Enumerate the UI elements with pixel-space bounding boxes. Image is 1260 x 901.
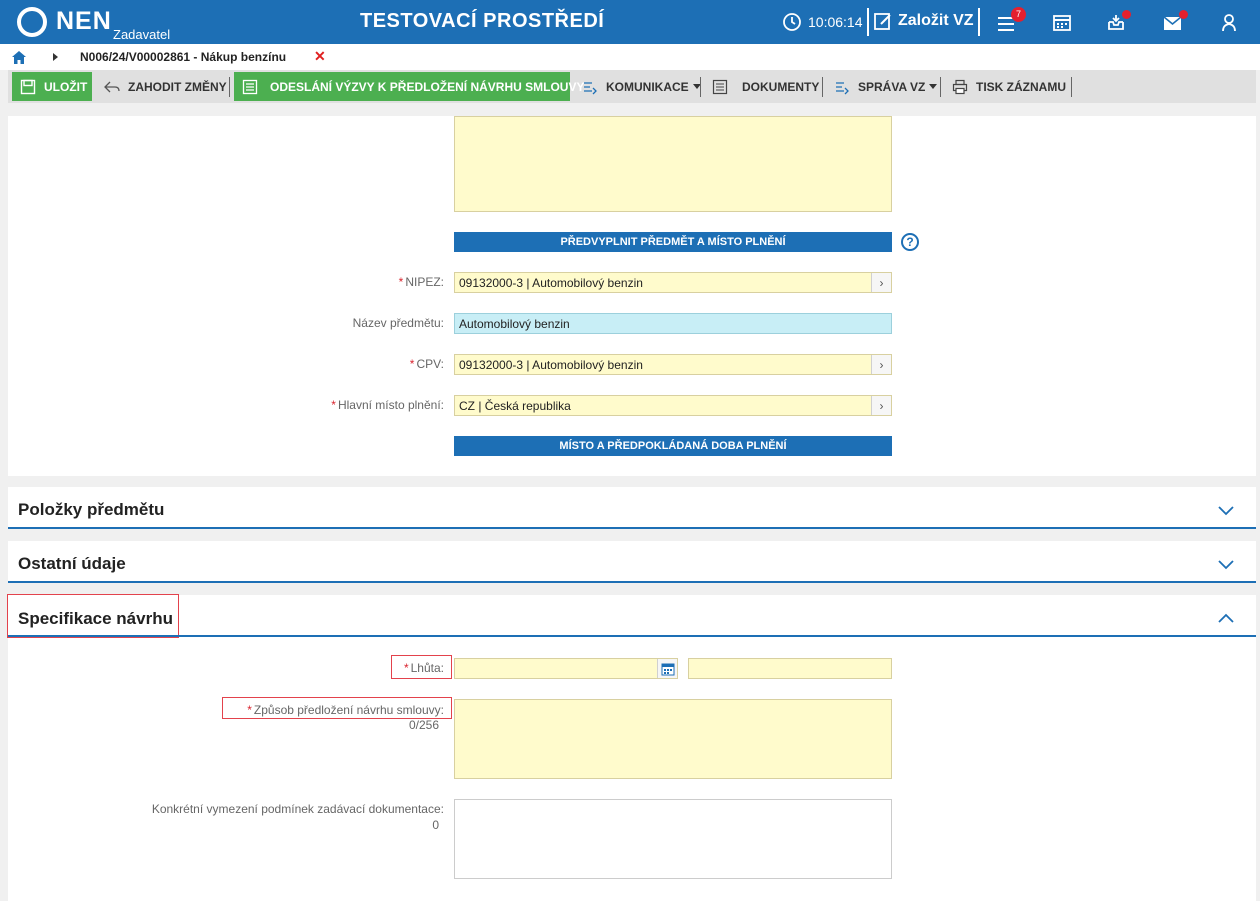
nipez-label: * NIPEZ: [398, 275, 444, 289]
spec-section-header[interactable]: Specifikace návrhu [8, 595, 1256, 635]
documents-button[interactable]: DOKUMENTY [712, 72, 819, 101]
manage-icon [836, 81, 849, 94]
discard-changes-button[interactable]: ZAHODIT ZMĚNY [102, 72, 227, 101]
communication-menu-button[interactable]: KOMUNIKACE [582, 72, 701, 101]
breadcrumb-close-icon[interactable]: ✕ [314, 48, 326, 65]
calendar-icon [1053, 15, 1071, 31]
subject-name-field: Automobilový benzin [454, 313, 892, 334]
nen-logo-icon [17, 7, 47, 37]
calendar-button[interactable] [1048, 6, 1076, 38]
send-invitation-button[interactable]: ODESLÁNÍ VÝZVY K PŘEDLOŽENÍ NÁVRHU SMLOU… [234, 72, 584, 101]
submission-method-textarea[interactable] [454, 699, 892, 779]
divider [978, 8, 980, 36]
toolbar-divider [1071, 77, 1072, 97]
cpv-field[interactable]: 09132000-3 | Automobilový benzin › [454, 354, 892, 375]
communication-icon [584, 81, 597, 94]
dropdown-caret-icon [929, 84, 938, 89]
items-section-title: Položky předmětu [18, 500, 165, 519]
main-place-field[interactable]: CZ | Česká republika › [454, 395, 892, 416]
toolbar-divider [700, 77, 701, 97]
documents-icon [712, 79, 728, 94]
cpv-label: * CPV: [409, 357, 444, 371]
breadcrumb: N006/24/V00002861 - Nákup benzínu ✕ [0, 44, 1260, 70]
save-icon [20, 79, 36, 94]
breadcrumb-arrow-icon [53, 53, 58, 61]
logo-text: NEN [56, 7, 112, 35]
inbox-alert-dot [1122, 10, 1131, 19]
other-section-header[interactable]: Ostatní údaje [8, 541, 1256, 581]
edit-icon [874, 13, 891, 30]
subject-description-textarea[interactable] [454, 116, 892, 212]
session-clock: 10:06:14 [808, 14, 863, 30]
nipez-field[interactable]: 09132000-3 | Automobilový benzin › [454, 272, 892, 293]
undo-icon [104, 81, 120, 92]
toolbar-divider [940, 77, 941, 97]
send-invitation-label: ODESLÁNÍ VÝZVY K PŘEDLOŽENÍ NÁVRHU SMLOU… [270, 79, 585, 94]
submission-method-counter: 0/256 [408, 718, 439, 732]
create-contract-button[interactable]: Založit VZ [870, 6, 976, 38]
discard-changes-label: ZAHODIT ZMĚNY [128, 79, 227, 94]
documents-label: DOKUMENTY [742, 79, 820, 94]
environment-title: TESTOVACÍ PROSTŘEDÍ [360, 10, 605, 32]
place-and-time-button[interactable]: MÍSTO A PŘEDPOKLÁDANÁ DOBA PLNĚNÍ [454, 436, 892, 456]
toolbar-divider [229, 77, 230, 97]
chevron-right-icon[interactable]: › [871, 273, 891, 292]
conditions-counter: 0 [432, 818, 439, 832]
items-section-header[interactable]: Položky předmětu [8, 487, 1256, 527]
calendar-picker-icon[interactable] [657, 659, 677, 678]
manage-contract-label: SPRÁVA VZ [858, 79, 926, 94]
chevron-down-icon[interactable] [1218, 506, 1234, 516]
section-divider [8, 635, 1256, 637]
highlight-box [222, 697, 452, 719]
logo-subtitle: Zadavatel [113, 27, 171, 42]
section-divider [8, 581, 1256, 583]
conditions-label: Konkrétní vymezení podmínek zadávací dok… [151, 802, 444, 816]
divider [867, 8, 869, 36]
highlight-box [7, 594, 179, 638]
print-record-label: TISK ZÁZNAMU [976, 79, 1066, 94]
section-divider [8, 527, 1256, 529]
cpv-value: 09132000-3 | Automobilový benzin [459, 357, 643, 372]
mail-alert-dot [1179, 10, 1188, 19]
save-label: ULOŽIT [44, 79, 88, 94]
help-icon[interactable]: ? [901, 233, 919, 251]
chevron-down-icon[interactable] [1218, 560, 1234, 570]
print-icon [952, 79, 968, 94]
chevron-right-icon[interactable]: › [871, 355, 891, 374]
prefill-subject-button[interactable]: PŘEDVYPLNIT PŘEDMĚT A MÍSTO PLNĚNÍ [454, 232, 892, 252]
inbox-button[interactable] [1104, 6, 1136, 38]
document-icon [242, 79, 258, 94]
save-button[interactable]: ULOŽIT [12, 72, 92, 101]
communication-label: KOMUNIKACE [606, 79, 689, 94]
subject-name-value: Automobilový benzin [459, 316, 570, 331]
print-record-button[interactable]: TISK ZÁZNAMU [952, 72, 1066, 101]
main-place-value: CZ | Česká republika [459, 398, 571, 413]
mail-button[interactable] [1160, 6, 1192, 38]
highlight-box [391, 655, 452, 679]
action-toolbar: ULOŽIT ZAHODIT ZMĚNY ODESLÁNÍ VÝZVY K PŘ… [8, 70, 1256, 103]
notification-badge: 7 [1011, 7, 1026, 22]
subject-name-label: Název předmětu: [352, 316, 444, 330]
manage-contract-menu-button[interactable]: SPRÁVA VZ [834, 72, 938, 101]
top-bar: NEN Zadavatel TESTOVACÍ PROSTŘEDÍ 10:06:… [0, 0, 1260, 44]
user-icon [1222, 14, 1236, 32]
chevron-right-icon[interactable]: › [871, 396, 891, 415]
deadline-date-input[interactable] [454, 658, 678, 679]
main-place-label: * Hlavní místo plnění: [331, 398, 444, 412]
home-icon[interactable] [12, 51, 26, 64]
clock-icon [783, 13, 801, 31]
create-contract-label: Založit VZ [898, 12, 974, 29]
toolbar-divider [822, 77, 823, 97]
chevron-up-icon[interactable] [1218, 613, 1234, 623]
user-button[interactable] [1216, 6, 1244, 38]
other-section-title: Ostatní údaje [18, 554, 126, 573]
deadline-time-input[interactable] [688, 658, 892, 679]
menu-button[interactable]: 7 [990, 6, 1030, 38]
breadcrumb-item[interactable]: N006/24/V00002861 - Nákup benzínu [80, 50, 286, 64]
nipez-value: 09132000-3 | Automobilový benzin [459, 275, 643, 290]
conditions-textarea[interactable] [454, 799, 892, 879]
